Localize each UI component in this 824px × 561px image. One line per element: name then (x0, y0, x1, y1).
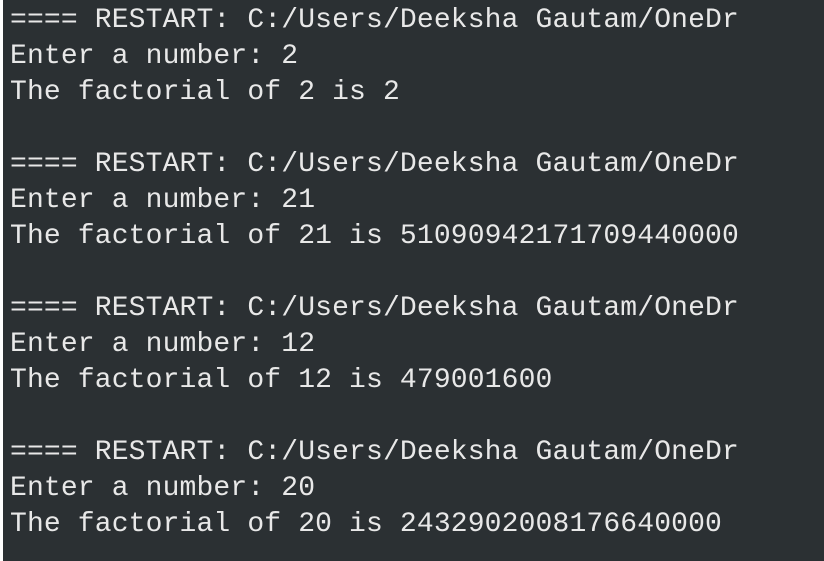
factorial-result-line: The factorial of 2 is 2 (10, 77, 400, 108)
factorial-result-line: The factorial of 21 is 51090942171709440… (10, 221, 739, 252)
input-prompt-line: Enter a number: 12 (10, 329, 316, 360)
shell-output-lines: ==== RESTART: C:/Users/Deeksha Gautam/On… (10, 3, 739, 543)
restart-banner-line: ==== RESTART: C:/Users/Deeksha Gautam/On… (10, 293, 739, 324)
restart-banner-line: ==== RESTART: C:/Users/Deeksha Gautam/On… (10, 5, 739, 36)
input-prompt-line: Enter a number: 20 (10, 473, 316, 504)
shell-output-area[interactable]: ==== RESTART: C:/Users/Deeksha Gautam/On… (3, 0, 824, 561)
input-prompt-line: Enter a number: 2 (10, 41, 299, 72)
input-prompt-line: Enter a number: 21 (10, 185, 316, 216)
restart-banner-line: ==== RESTART: C:/Users/Deeksha Gautam/On… (10, 149, 739, 180)
python-shell-window: ==== RESTART: C:/Users/Deeksha Gautam/On… (0, 0, 824, 561)
restart-banner-line: ==== RESTART: C:/Users/Deeksha Gautam/On… (10, 437, 739, 468)
factorial-result-line: The factorial of 20 is 24329020081766400… (10, 509, 723, 540)
factorial-result-line: The factorial of 12 is 479001600 (10, 365, 553, 396)
